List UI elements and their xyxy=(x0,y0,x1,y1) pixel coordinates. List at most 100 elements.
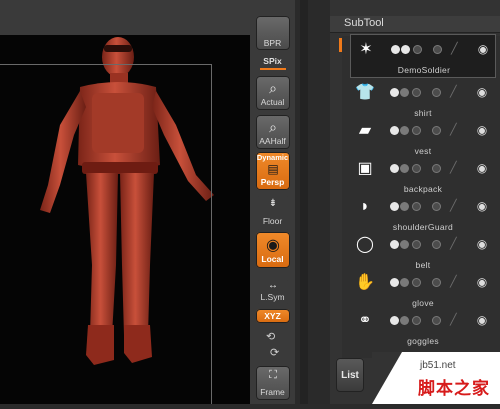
aahalf-button[interactable]: ⌕ AAHalf xyxy=(256,115,290,149)
mode-toggle[interactable] xyxy=(433,45,442,54)
brush-icon[interactable]: ╱ xyxy=(451,43,465,55)
local-button[interactable]: ◉ Local xyxy=(256,232,290,268)
watermark-text: 脚本之家 xyxy=(418,379,490,398)
subtool-item-demosoldier[interactable]: ✶ ╱ ◉ DemoSoldier xyxy=(350,34,496,78)
mode-toggle[interactable] xyxy=(413,45,422,54)
aahalf-label: AAHalf xyxy=(259,136,286,146)
scroll-indicator[interactable] xyxy=(339,38,342,52)
viewport-toolbar: BPR SPix ⌕ Actual ⌕ AAHalf Dynamic ▤ Per… xyxy=(250,0,295,404)
actual-button[interactable]: ⌕ Actual xyxy=(256,76,290,110)
brush-icon[interactable]: ╱ xyxy=(450,200,464,212)
subtool-title: SubTool xyxy=(344,17,384,29)
brush-icon[interactable]: ╱ xyxy=(450,124,464,136)
visibility-dot[interactable] xyxy=(391,45,400,54)
visibility-dot[interactable] xyxy=(390,278,399,287)
goggles-icon: ⚭ xyxy=(358,312,372,329)
eye-icon[interactable]: ◉ xyxy=(474,275,490,289)
eye-icon[interactable]: ◉ xyxy=(474,313,490,327)
spix-slider[interactable] xyxy=(260,68,286,70)
mode-toggle[interactable] xyxy=(412,240,421,249)
lsym-button[interactable]: ↔ L.Sym xyxy=(256,280,290,304)
actual-label: Actual xyxy=(260,97,285,107)
persp-button[interactable]: Dynamic ▤ Persp xyxy=(256,152,290,190)
list-all-label: List xyxy=(341,370,359,381)
dynamic-label: Dynamic xyxy=(256,153,289,162)
visibility-dot[interactable] xyxy=(400,316,409,325)
visibility-dot[interactable] xyxy=(390,240,399,249)
visibility-dot[interactable] xyxy=(390,316,399,325)
vest-icon: ▰ xyxy=(358,122,372,139)
frame-guide-top xyxy=(0,64,212,65)
local-icon: ◉ xyxy=(266,237,280,254)
visibility-dot[interactable] xyxy=(401,45,410,54)
rotate-y-icon[interactable]: ⟲ xyxy=(266,330,275,343)
lsym-label: L.Sym xyxy=(260,292,285,302)
shirt-icon: 👕 xyxy=(355,84,375,101)
mode-toggle[interactable] xyxy=(412,202,421,211)
mode-toggle[interactable] xyxy=(432,202,441,211)
visibility-dot[interactable] xyxy=(400,164,409,173)
frame-icon: ⛶ xyxy=(269,369,277,381)
mode-toggle[interactable] xyxy=(412,278,421,287)
bpr-label: BPR xyxy=(263,38,282,48)
eye-icon[interactable]: ◉ xyxy=(475,42,491,56)
glove-icon: ✋ xyxy=(355,274,375,291)
visibility-dot[interactable] xyxy=(390,126,399,135)
bpr-button[interactable]: BPR xyxy=(256,16,290,50)
subtool-name: goggles xyxy=(407,336,439,346)
brush-icon[interactable]: ╱ xyxy=(450,314,464,326)
visibility-dot[interactable] xyxy=(390,88,399,97)
floor-label: Floor xyxy=(262,216,283,226)
belt-icon: ◯ xyxy=(356,236,374,253)
backpack-icon: ▣ xyxy=(357,160,373,177)
mode-toggle[interactable] xyxy=(412,316,421,325)
mode-toggle[interactable] xyxy=(432,126,441,135)
xyz-button[interactable]: XYZ xyxy=(256,309,290,323)
visibility-dot[interactable] xyxy=(400,278,409,287)
spix-label: SPix xyxy=(263,56,282,66)
brush-icon[interactable]: ╱ xyxy=(450,162,464,174)
mode-toggle[interactable] xyxy=(412,164,421,173)
mode-toggle[interactable] xyxy=(412,126,421,135)
eye-icon[interactable]: ◉ xyxy=(474,123,490,137)
brush-icon[interactable]: ╱ xyxy=(450,276,464,288)
grid-icon: ▤ xyxy=(267,162,279,176)
mode-toggle[interactable] xyxy=(432,240,441,249)
model-soldier[interactable] xyxy=(0,35,250,404)
subtool-item-goggles[interactable]: ⚭ ╱ ◉ goggles xyxy=(350,306,496,350)
frame-button[interactable]: ⛶ Frame xyxy=(256,366,290,400)
local-label: Local xyxy=(261,254,284,264)
eye-icon[interactable]: ◉ xyxy=(474,237,490,251)
subtool-name: DemoSoldier xyxy=(397,65,451,75)
mode-toggle[interactable] xyxy=(432,316,441,325)
visibility-dot[interactable] xyxy=(400,240,409,249)
brush-icon[interactable]: ╱ xyxy=(450,238,464,250)
xyz-label: XYZ xyxy=(264,311,281,321)
brush-icon[interactable]: ╱ xyxy=(450,86,464,98)
canvas[interactable] xyxy=(0,35,250,404)
persp-label: Persp xyxy=(260,177,285,187)
rotate-z-icon[interactable]: ⟳ xyxy=(270,346,279,359)
mode-toggle[interactable] xyxy=(432,164,441,173)
watermark-fold xyxy=(372,352,402,404)
tray-divider[interactable] xyxy=(300,0,308,404)
mode-toggle[interactable] xyxy=(432,278,441,287)
visibility-dot[interactable] xyxy=(400,88,409,97)
floor-icon: ⇟ xyxy=(268,198,278,209)
shoulderguard-icon: ◗ xyxy=(360,198,370,215)
magnifier-icon: ⌕ xyxy=(269,119,277,135)
visibility-dot[interactable] xyxy=(400,126,409,135)
eye-icon[interactable]: ◉ xyxy=(474,161,490,175)
soldier-icon: ✶ xyxy=(359,41,373,58)
visibility-dot[interactable] xyxy=(400,202,409,211)
watermark-site: jb51.net xyxy=(420,360,456,371)
eye-icon[interactable]: ◉ xyxy=(474,85,490,99)
magnifier-icon: ⌕ xyxy=(269,80,277,96)
eye-icon[interactable]: ◉ xyxy=(474,199,490,213)
visibility-dot[interactable] xyxy=(390,202,399,211)
mode-toggle[interactable] xyxy=(412,88,421,97)
mode-toggle[interactable] xyxy=(432,88,441,97)
frame-guide-right xyxy=(211,64,212,404)
floor-button[interactable]: ⇟ Floor xyxy=(256,196,290,230)
visibility-dot[interactable] xyxy=(390,164,399,173)
